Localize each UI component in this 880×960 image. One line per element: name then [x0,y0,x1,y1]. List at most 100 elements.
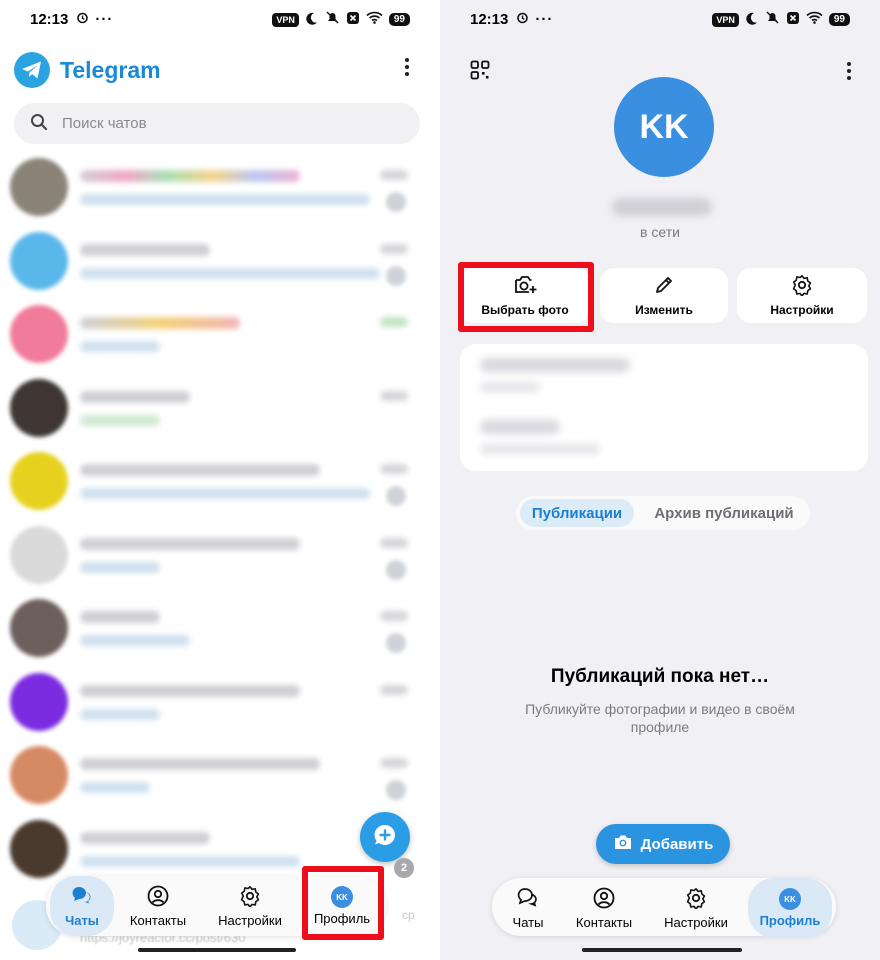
sim-off-icon [346,11,360,29]
nav-contacts[interactable]: Контакты [126,876,190,936]
chat-avatar [10,599,68,657]
chat-title-blurred [80,611,160,623]
nav-settings[interactable]: Настройки [218,876,282,936]
chat-list-item[interactable] [0,665,440,739]
app-title: Telegram [60,56,161,83]
status-time: 12:13 [470,10,509,28]
chat-list-item[interactable] [0,444,440,518]
chat-avatar [10,672,68,731]
contacts-icon [593,887,615,912]
chat-preview-blurred [80,782,150,793]
wifi-icon [366,11,383,28]
chats-screen: 12:13 ··· VPN 99 Telegram Поиск чатов ht… [0,0,440,960]
search-icon [30,113,62,135]
chat-list-item[interactable] [0,297,440,371]
chat-time-blurred [380,464,408,474]
chat-avatar [10,305,68,363]
nav-contacts[interactable]: Контакты [572,878,636,938]
new-chat-button[interactable] [360,812,410,862]
profile-name-blurred [612,198,712,216]
nav-contacts-label: Контакты [575,914,633,930]
profile-info-card [460,344,868,471]
nav-chats[interactable]: Чаты [50,876,114,936]
tab-publications[interactable]: Публикации [520,499,634,527]
nav-settings-label: Настройки [664,914,728,930]
add-publication-button[interactable]: Добавить [596,824,730,864]
chat-avatar [10,746,68,804]
empty-state-title: Публикаций пока нет… [550,666,770,687]
nav-chats[interactable]: Чаты [496,878,560,938]
chat-time-blurred [380,390,408,401]
do-not-disturb-icon [745,11,759,29]
chat-title-blurred [80,317,240,329]
profile-screen: 12:13 ··· VPN 99 KK в сети Выбрать фото … [440,0,880,960]
battery-indicator: 99 [388,13,410,26]
gear-icon [239,885,261,910]
chat-time-blurred [380,758,408,768]
chat-list-item[interactable] [0,591,440,665]
nav-contacts-label: Контакты [129,912,187,928]
nav-settings[interactable]: Настройки [664,878,728,938]
telegram-logo-icon [14,52,50,88]
new-chat-icon [373,823,397,852]
more-notifications-indicator: ··· [95,10,114,28]
chat-time-blurred [380,170,408,180]
alarm-icon [516,11,529,28]
more-notifications-indicator: ··· [535,10,554,28]
home-indicator [138,948,296,952]
vpn-icon: VPN [712,12,739,27]
chat-badge-blurred [386,633,406,653]
chat-list-item[interactable] [0,150,440,224]
chat-preview-blurred [80,194,370,205]
gear-icon [685,887,707,912]
chat-badge-blurred [386,559,406,580]
ghost-side-text: ср [402,908,415,922]
chat-title-blurred [80,537,300,550]
chat-list [0,150,440,885]
chat-preview-blurred [80,635,190,646]
edit-profile-button[interactable]: Изменить [600,268,728,323]
more-options-icon[interactable] [404,58,410,76]
sim-off-icon [786,11,800,29]
qr-code-icon[interactable] [470,60,490,85]
phone-number-blurred [480,358,630,372]
chat-preview-blurred [80,341,160,352]
chat-preview-blurred [80,488,370,499]
chat-list-item[interactable] [0,518,440,592]
chat-preview-blurred [80,855,300,867]
nav-chats-label: Чаты [65,912,99,928]
chat-preview-blurred [80,561,160,573]
chat-title-blurred [80,684,300,697]
alarm-icon [76,11,89,28]
publications-tabs: Публикации Архив публикаций [516,496,810,530]
highlight-box-profile-tab [302,866,384,940]
muted-bell-icon [765,10,780,29]
chat-avatar [10,452,68,510]
highlight-box-choose-photo [458,262,594,332]
chat-badge-blurred [386,486,406,506]
chat-badge-blurred [386,780,406,800]
chat-title-blurred [80,170,300,182]
gear-icon [791,274,813,299]
chat-badge-blurred [386,265,406,286]
search-input[interactable]: Поиск чатов [14,103,420,144]
settings-button[interactable]: Настройки [737,268,867,323]
profile-avatar[interactable]: KK [614,77,714,177]
chat-preview-blurred [80,708,160,720]
more-options-icon[interactable] [846,62,852,80]
search-placeholder: Поиск чатов [62,115,147,132]
username-blurred [480,420,560,434]
chat-title-blurred [80,243,210,256]
battery-indicator: 99 [828,13,850,26]
chat-list-item[interactable] [0,371,440,445]
phone-caption-blurred [480,382,540,392]
chat-avatar [10,819,68,878]
do-not-disturb-icon [305,11,319,29]
chat-list-item[interactable] [0,738,440,812]
status-bar: 12:13 ··· VPN 99 [440,0,880,38]
tab-archive[interactable]: Архив публикаций [642,499,806,527]
edit-label: Изменить [635,303,693,317]
chat-list-item[interactable] [0,224,440,298]
nav-profile[interactable]: KK Профиль [748,878,832,938]
chat-badge-blurred [386,192,406,212]
